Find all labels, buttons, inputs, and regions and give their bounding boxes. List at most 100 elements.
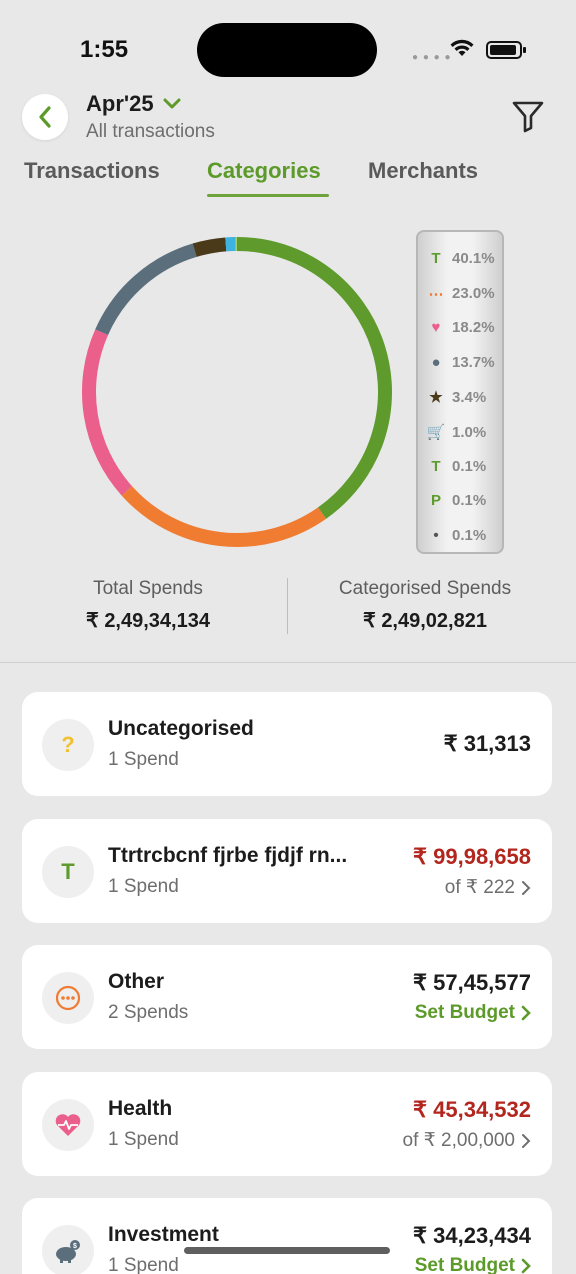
spends-summary: Total Spends ₹ 2,49,34,134 Categorised S… [0, 578, 576, 638]
filter-button[interactable] [511, 99, 545, 138]
legend-item[interactable]: P 0.1% [418, 492, 502, 510]
signal-dots-icon: ● ● ● ● [412, 52, 452, 63]
categorised-spends: Categorised Spends ₹ 2,49,02,821 [315, 578, 535, 633]
section-divider [0, 662, 576, 663]
legend-percent: 1.0% [452, 423, 487, 441]
category-name: Investment [108, 1223, 219, 1246]
total-spends: Total Spends ₹ 2,49,34,134 [60, 578, 236, 633]
legend-item[interactable]: 🛒 1.0% [418, 423, 502, 442]
tab-transactions[interactable]: Transactions [24, 158, 160, 184]
question-icon: ? [42, 719, 94, 771]
legend-item[interactable]: T 0.1% [418, 457, 502, 475]
category-name: Other [108, 970, 165, 993]
chevron-right-icon [521, 1005, 531, 1021]
category-amount: ₹ 31,313 [443, 731, 531, 756]
legend-percent: 0.1% [452, 492, 487, 510]
donut-segment[interactable] [121, 486, 327, 547]
period-selector[interactable]: Apr'25 [86, 91, 182, 117]
legend-percent: 18.2% [452, 319, 495, 337]
spend-count: 1 Spend [108, 1129, 179, 1150]
donut-segment[interactable] [236, 237, 392, 519]
categorised-spends-value: ₹ 2,49,02,821 [363, 610, 487, 632]
category-card-uncategorised[interactable]: ? Uncategorised 1 Spend ₹ 31,313 [22, 692, 552, 796]
heart-icon: ♥ [431, 319, 441, 337]
page-subtitle: All transactions [86, 121, 215, 142]
legend-item[interactable]: T 40.1% [418, 250, 502, 267]
category-card-investment[interactable]: $ Investment 1 Spend ₹ 34,23,434 Set Bud… [22, 1198, 552, 1274]
donut-segment[interactable] [192, 237, 227, 257]
legend-item[interactable]: ★ 3.4% [418, 388, 502, 407]
tab-merchants[interactable]: Merchants [368, 158, 478, 184]
total-spends-label: Total Spends [93, 578, 203, 599]
legend-percent: 0.1% [452, 457, 487, 475]
letter-t-icon: T [42, 846, 94, 898]
chevron-right-icon [521, 1258, 531, 1274]
set-budget-label: Set Budget [414, 1255, 515, 1274]
letter-p-icon: P [430, 492, 441, 510]
donut-segment[interactable] [82, 329, 133, 496]
legend-percent: 13.7% [452, 353, 495, 371]
chevron-right-icon [522, 1133, 531, 1148]
category-card-other[interactable]: Other 2 Spends ₹ 57,45,577 Set Budget [22, 945, 552, 1049]
set-budget-link[interactable]: Set Budget [415, 1002, 531, 1024]
category-name: Ttrtrcbcnf fjrbe fjdjf rn... [108, 844, 348, 867]
budget-info[interactable]: of ₹ 2,00,000 [403, 1129, 531, 1152]
spend-count: 2 Spends [108, 1002, 189, 1023]
donut-segment[interactable] [95, 243, 197, 336]
legend-percent: 0.1% [452, 526, 487, 544]
legend-percent: 23.0% [452, 285, 495, 303]
chevron-left-icon [39, 106, 51, 128]
legend-item[interactable]: ⋯ 23.0% [418, 285, 502, 303]
category-card-health[interactable]: Health 1 Spend ₹ 45,34,532 of ₹ 2,00,000 [22, 1072, 552, 1176]
chevron-down-icon [163, 98, 181, 109]
active-tab-indicator [207, 194, 329, 197]
budget-text: of ₹ 2,00,000 [402, 1130, 515, 1151]
legend-item[interactable]: ♥ 18.2% [418, 319, 502, 337]
status-bar: 1:55 ● ● ● ● [0, 0, 576, 95]
heart-pulse-icon [42, 1099, 94, 1151]
category-amount: ₹ 45,34,532 [413, 1097, 531, 1122]
more-dots-icon [42, 972, 94, 1024]
category-name: Uncategorised [108, 717, 254, 740]
legend-percent: 3.4% [452, 388, 487, 406]
category-legend[interactable]: T 40.1% ⋯ 23.0% ♥ 18.2% ● 13.7% ★ 3.4% 🛒 1.0% T 0.1% P… [416, 230, 504, 554]
summary-divider [287, 578, 288, 634]
tab-categories[interactable]: Categories [207, 158, 321, 184]
legend-percent: 40.1% [452, 250, 495, 267]
total-spends-value: ₹ 2,49,34,134 [86, 610, 210, 632]
back-button[interactable] [22, 94, 68, 140]
stars-icon: ★ [429, 389, 443, 407]
category-amount: ₹ 57,45,577 [413, 970, 531, 995]
chevron-right-icon [522, 880, 531, 895]
spend-count: 1 Spend [108, 1255, 179, 1274]
filter-icon [512, 101, 544, 133]
cart-icon: 🛒 [426, 424, 446, 441]
category-name: Health [108, 1097, 173, 1120]
category-card-ttrtrcbcnf[interactable]: T Ttrtrcbcnf fjrbe fjdjf rn... 1 Spend ₹… [22, 819, 552, 923]
categorised-spends-label: Categorised Spends [338, 578, 512, 599]
letter-t-icon: T [431, 457, 441, 475]
spend-count: 1 Spend [108, 876, 179, 897]
category-amount: ₹ 34,23,434 [413, 1223, 531, 1248]
status-time: 1:55 [80, 36, 129, 63]
piggy-bank-icon: ● [431, 353, 441, 371]
category-amount: ₹ 99,98,658 [413, 844, 531, 869]
view-tabs: Transactions Categories Merchants [0, 158, 576, 202]
home-indicator[interactable] [184, 1247, 390, 1254]
legend-item[interactable]: • 0.1% [418, 526, 502, 544]
category-donut-chart [82, 236, 392, 547]
svg-text:$: $ [73, 1243, 77, 1250]
wifi-icon [450, 39, 474, 56]
budget-info[interactable]: of ₹ 222 [445, 876, 531, 899]
set-budget-label: Set Budget [414, 1002, 515, 1023]
small-icon: • [433, 526, 439, 544]
more-dots-icon: ⋯ [428, 285, 444, 303]
legend-item[interactable]: ● 13.7% [418, 353, 502, 371]
set-budget-link[interactable]: Set Budget [415, 1255, 531, 1274]
piggy-bank-icon: $ [42, 1225, 94, 1274]
period-label: Apr'25 [86, 91, 154, 116]
battery-icon [486, 41, 526, 59]
budget-text: of ₹ 222 [444, 877, 515, 898]
spend-count: 1 Spend [108, 749, 179, 770]
dynamic-island [197, 23, 377, 77]
